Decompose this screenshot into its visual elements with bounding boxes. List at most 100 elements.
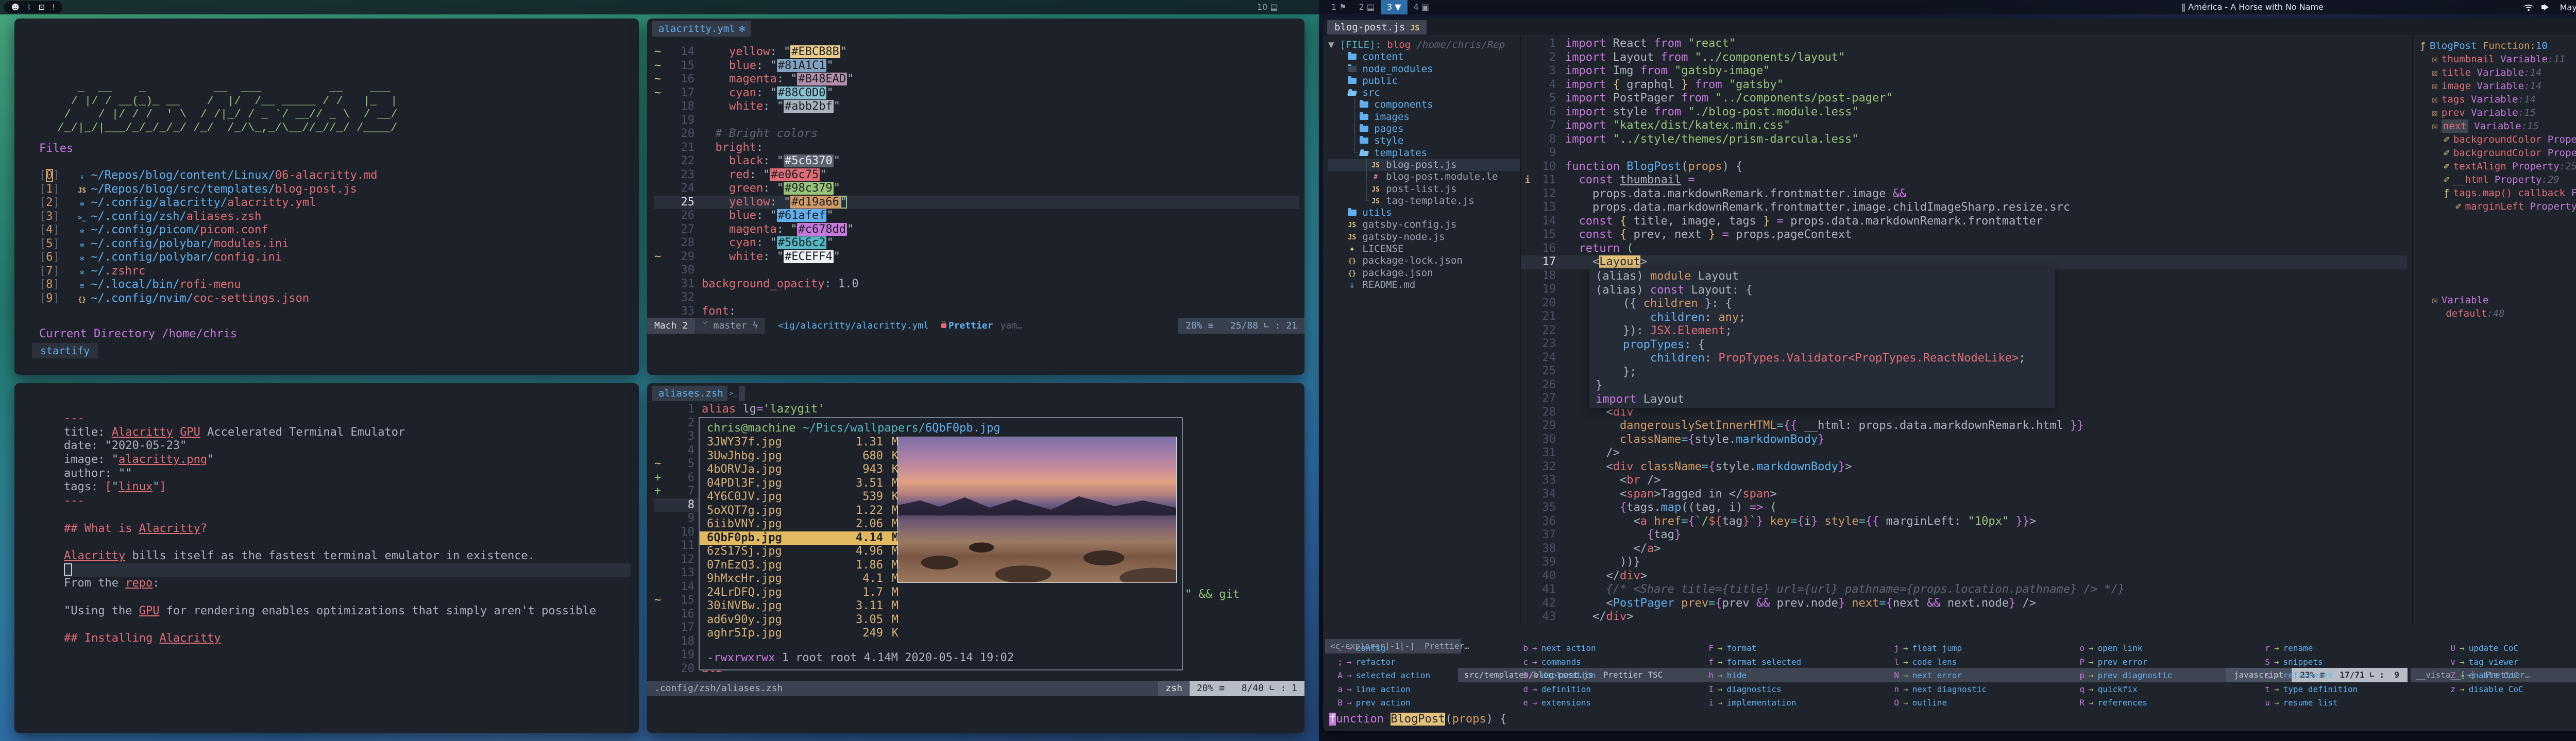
- alacritty-line[interactable]: ~16 magenta: "#B48EAD": [654, 73, 1299, 87]
- outline-row[interactable]: ☒title Variable:14: [2416, 66, 2576, 79]
- tree-row[interactable]: │style: [1328, 135, 1520, 147]
- tree-row[interactable]: JSgatsby-node.js: [1328, 231, 1520, 243]
- code-line[interactable]: 13 props.data.markdownRemark.frontmatter…: [1521, 201, 2407, 215]
- code-line[interactable]: 35 {tags.map((tag, i) => (: [1521, 501, 2407, 515]
- whichkey-binding[interactable]: u→resume list: [2263, 696, 2338, 710]
- split-code-outline[interactable]: [2412, 35, 2413, 625]
- code-line[interactable]: 2import Layout from "../components/layou…: [1521, 51, 2407, 65]
- code-line[interactable]: 36 <a href={`/${tag}`} key={i} style={{ …: [1521, 515, 2407, 529]
- tree-row[interactable]: ↓README.md: [1328, 279, 1520, 291]
- whichkey-binding[interactable]: P→prev error: [2077, 656, 2147, 669]
- whichkey-binding[interactable]: ;→refactor: [1335, 656, 1396, 669]
- alacritty-line[interactable]: 21 bright:: [654, 141, 1299, 155]
- whichkey-binding[interactable]: I→diagnostics: [1706, 683, 1782, 697]
- code-line[interactable]: 4import { graphql } from "gatsby": [1521, 78, 2407, 92]
- code-line[interactable]: 17 <Layout>: [1521, 255, 2407, 269]
- whichkey-binding[interactable]: e→extensions: [1521, 696, 1591, 710]
- whichkey-binding[interactable]: B→prev action: [1335, 696, 1411, 710]
- terminal-aliases[interactable]: aliases.zsh >_ 1alias lg='lazygit' 2ali …: [647, 383, 1304, 733]
- whichkey-binding[interactable]: U→update CoC: [2448, 642, 2518, 656]
- outline-row[interactable]: ✐backgroundColor Property:25: [2416, 146, 2576, 160]
- tab-blog-post-js[interactable]: blog-post.jsJS: [1327, 20, 1427, 35]
- whichkey-binding[interactable]: d→definition: [1521, 683, 1591, 697]
- startify-entry[interactable]: [0] ↓~/Repos/blog/content/Linux/06-alacr…: [39, 169, 378, 183]
- whichkey-binding[interactable]: s→references: [2263, 669, 2333, 683]
- alacritty-line[interactable]: 26 blue: "#61afef": [654, 209, 1299, 223]
- alacritty-line[interactable]: 24 green: "#98c379": [654, 182, 1299, 196]
- tab-alacritty-yml[interactable]: alacritty.yml ✻: [652, 21, 751, 37]
- tree-row[interactable]: └templates: [1328, 147, 1520, 159]
- file-row[interactable]: 04PDl3F.jpg3.51M: [700, 477, 899, 491]
- file-row[interactable]: 24LrDFQ.jpg1.7M: [700, 586, 899, 600]
- alert-icon[interactable]: !: [52, 1, 55, 13]
- tree-row[interactable]: │JSpost-list.js: [1328, 183, 1520, 195]
- outline-row[interactable]: [2416, 280, 2576, 294]
- code-line[interactable]: 33 <br />: [1521, 474, 2407, 488]
- tree-row[interactable]: ▼ [FILE]: blog /home/chris/Rep: [1328, 39, 1520, 51]
- display-icon[interactable]: ⊡: [39, 1, 45, 13]
- startify-entry[interactable]: [5] ✻~/.config/polybar/modules.ini: [39, 237, 378, 251]
- file-row[interactable]: 9hMxcHr.jpg4.1M: [700, 572, 899, 586]
- volume-icon[interactable]: [2544, 4, 2552, 10]
- whichkey-binding[interactable]: .→config: [1335, 642, 1385, 656]
- code-line[interactable]: 34 <span>Tagged in </span>: [1521, 488, 2407, 502]
- whichkey-binding[interactable]: F→format: [1706, 642, 1756, 656]
- code-line[interactable]: 38 </a>: [1521, 542, 2407, 556]
- alacritty-line[interactable]: 18 white: "#abb2bf": [654, 100, 1299, 114]
- whichkey-binding[interactable]: r→rename: [2263, 642, 2313, 656]
- wifi-icon[interactable]: [2523, 4, 2534, 11]
- alacritty-line[interactable]: ~14 yellow: "#EBCB8B": [654, 45, 1299, 59]
- alacritty-line[interactable]: 27 magenta: "#c678dd": [654, 223, 1299, 237]
- outline-row[interactable]: ☒prev Variable:15: [2416, 106, 2576, 119]
- workspace-item[interactable]: 1 ⚑: [1325, 0, 1353, 14]
- tree-row[interactable]: src: [1328, 87, 1520, 99]
- whichkey-binding[interactable]: t→type definition: [2263, 683, 2358, 697]
- alacritty-line[interactable]: 32: [654, 291, 1299, 305]
- outline-row[interactable]: default:48: [2416, 307, 2576, 320]
- code-line[interactable]: i11 const thumbnail =: [1521, 174, 2407, 187]
- whichkey-binding[interactable]: j→float jump: [1892, 642, 1962, 656]
- whichkey-binding[interactable]: c→commands: [1521, 656, 1581, 669]
- tree-row[interactable]: │pages: [1328, 123, 1520, 135]
- file-row[interactable]: 5oXQT7g.jpg1.22M: [700, 504, 899, 518]
- file-row[interactable]: 4bORVJa.jpg943K: [700, 463, 899, 477]
- outline-row[interactable]: ☒tags Variable:14: [2416, 93, 2576, 106]
- whichkey-binding[interactable]: Z→enable CoC: [2448, 669, 2518, 683]
- alacritty-line[interactable]: 23 red: "#e06c75": [654, 168, 1299, 182]
- code-line[interactable]: 16 return (: [1521, 242, 2407, 256]
- outline-row[interactable]: ✐backgroundColor Property:24: [2416, 133, 2576, 146]
- code-line[interactable]: 32 <div className={style.markdownBody}>: [1521, 460, 2407, 474]
- alacritty-line[interactable]: 20 # Bright colors: [654, 127, 1299, 141]
- alacritty-line[interactable]: 30: [654, 264, 1299, 278]
- outline-row[interactable]: [2416, 213, 2576, 227]
- code-line[interactable]: 37 {tag}: [1521, 528, 2407, 542]
- alacritty-line[interactable]: ~17 cyan: "#88C0D0": [654, 87, 1299, 100]
- code-line[interactable]: 3import Img from "gatsby-image": [1521, 64, 2407, 78]
- whichkey-binding[interactable]: z→disable CoC: [2448, 683, 2523, 697]
- alacritty-line[interactable]: ~29 white: "#ECEFF4": [654, 250, 1299, 264]
- code-line[interactable]: 1import React from "react": [1521, 37, 2407, 51]
- file-row[interactable]: 3UwJhbg.jpg680K: [700, 450, 899, 463]
- code-line[interactable]: 40 </div>: [1521, 570, 2407, 583]
- outline-row[interactable]: ☒next Variable:15: [2416, 119, 2576, 133]
- outline-row[interactable]: [2416, 240, 2576, 253]
- alacritty-line[interactable]: 31background_opacity: 1.0: [654, 278, 1299, 291]
- outline-row[interactable]: [2416, 253, 2576, 267]
- outline-row[interactable]: ✐textAlign Property:25: [2416, 160, 2576, 173]
- outline-row[interactable]: ƒBlogPost Function:10: [2416, 39, 2576, 53]
- code-line[interactable]: 30 className={style.markdownBody}: [1521, 433, 2407, 447]
- startify-entry[interactable]: [9] {}~/.config/nvim/coc-settings.json: [39, 292, 378, 306]
- whichkey-binding[interactable]: N→next error: [1892, 669, 1962, 683]
- alacritty-line[interactable]: 33font:: [654, 305, 1299, 319]
- tree-row[interactable]: │images: [1328, 111, 1520, 123]
- aliases-line[interactable]: 1alias lg='lazygit': [654, 403, 824, 417]
- tree-row[interactable]: node_modules: [1328, 63, 1520, 75]
- outline-row[interactable]: ✐marginLeft Property:36: [2416, 200, 2576, 213]
- code-line[interactable]: 12 props.data.markdownRemark.frontmatter…: [1521, 187, 2407, 201]
- whichkey-binding[interactable]: q→quickfix: [2077, 683, 2138, 697]
- file-row[interactable]: 6iibVNY.jpg2.06M: [700, 518, 899, 531]
- alacritty-line[interactable]: 28 cyan: "#56b6c2": [654, 236, 1299, 250]
- whichkey-binding[interactable]: S→snippets: [2263, 656, 2323, 669]
- outline-row[interactable]: [2416, 267, 2576, 280]
- whichkey-binding[interactable]: v→tag viewer: [2448, 656, 2518, 669]
